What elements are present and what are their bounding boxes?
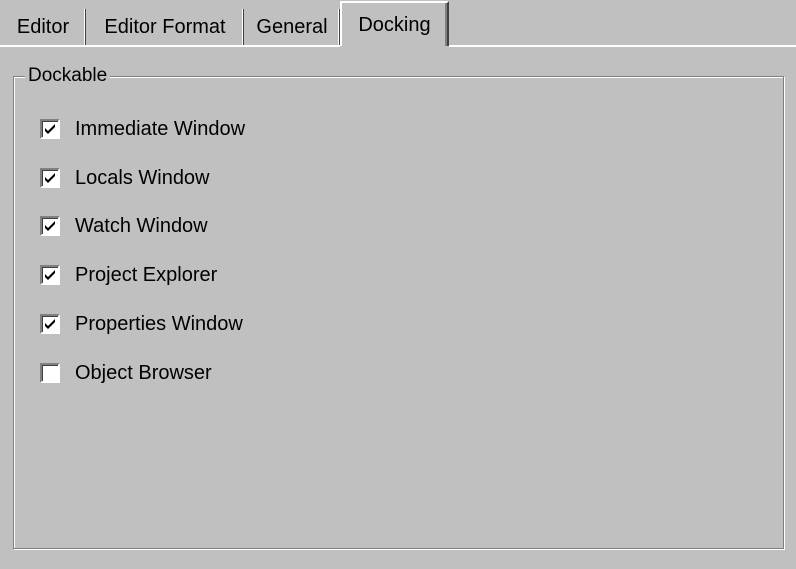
locals-window-option[interactable]: Locals Window bbox=[40, 165, 210, 191]
tab-editor[interactable]: Editor bbox=[0, 9, 86, 45]
project-explorer-checkbox[interactable] bbox=[40, 265, 60, 285]
properties-window-label: Properties Window bbox=[75, 313, 243, 335]
options-dialog: Editor Editor Format General Docking Doc… bbox=[0, 0, 796, 569]
tab-panel-border bbox=[449, 45, 796, 47]
tab-editor-format-label: Editor Format bbox=[104, 16, 226, 38]
tab-editor-label: Editor bbox=[16, 16, 70, 38]
object-browser-checkbox[interactable] bbox=[40, 363, 60, 383]
tab-general-label: General bbox=[256, 16, 328, 38]
checkmark-icon bbox=[45, 319, 55, 329]
object-browser-label: Object Browser bbox=[75, 362, 212, 384]
object-browser-option[interactable]: Object Browser bbox=[40, 360, 212, 386]
project-explorer-option[interactable]: Project Explorer bbox=[40, 262, 217, 288]
watch-window-option[interactable]: Watch Window bbox=[40, 213, 208, 239]
tab-editor-format[interactable]: Editor Format bbox=[86, 9, 244, 45]
locals-window-checkbox[interactable] bbox=[40, 168, 60, 188]
checkmark-icon bbox=[45, 270, 55, 280]
tab-docking[interactable]: Docking bbox=[340, 1, 449, 46]
tab-strip: Editor Editor Format General Docking bbox=[0, 0, 796, 47]
immediate-window-checkbox[interactable] bbox=[40, 119, 60, 139]
dockable-group-title: Dockable bbox=[25, 66, 111, 86]
immediate-window-label: Immediate Window bbox=[75, 118, 246, 140]
checkmark-icon bbox=[45, 173, 55, 183]
project-explorer-label: Project Explorer bbox=[75, 264, 218, 286]
immediate-window-option[interactable]: Immediate Window bbox=[40, 116, 245, 142]
checkmark-icon bbox=[45, 124, 55, 134]
tab-docking-label: Docking bbox=[358, 14, 431, 36]
checkmark-icon bbox=[45, 221, 55, 231]
watch-window-label: Watch Window bbox=[75, 215, 208, 237]
properties-window-checkbox[interactable] bbox=[40, 314, 60, 334]
tab-general[interactable]: General bbox=[244, 9, 340, 45]
locals-window-label: Locals Window bbox=[75, 167, 210, 189]
properties-window-option[interactable]: Properties Window bbox=[40, 311, 243, 337]
tab-panel-border bbox=[0, 45, 340, 47]
watch-window-checkbox[interactable] bbox=[40, 216, 60, 236]
